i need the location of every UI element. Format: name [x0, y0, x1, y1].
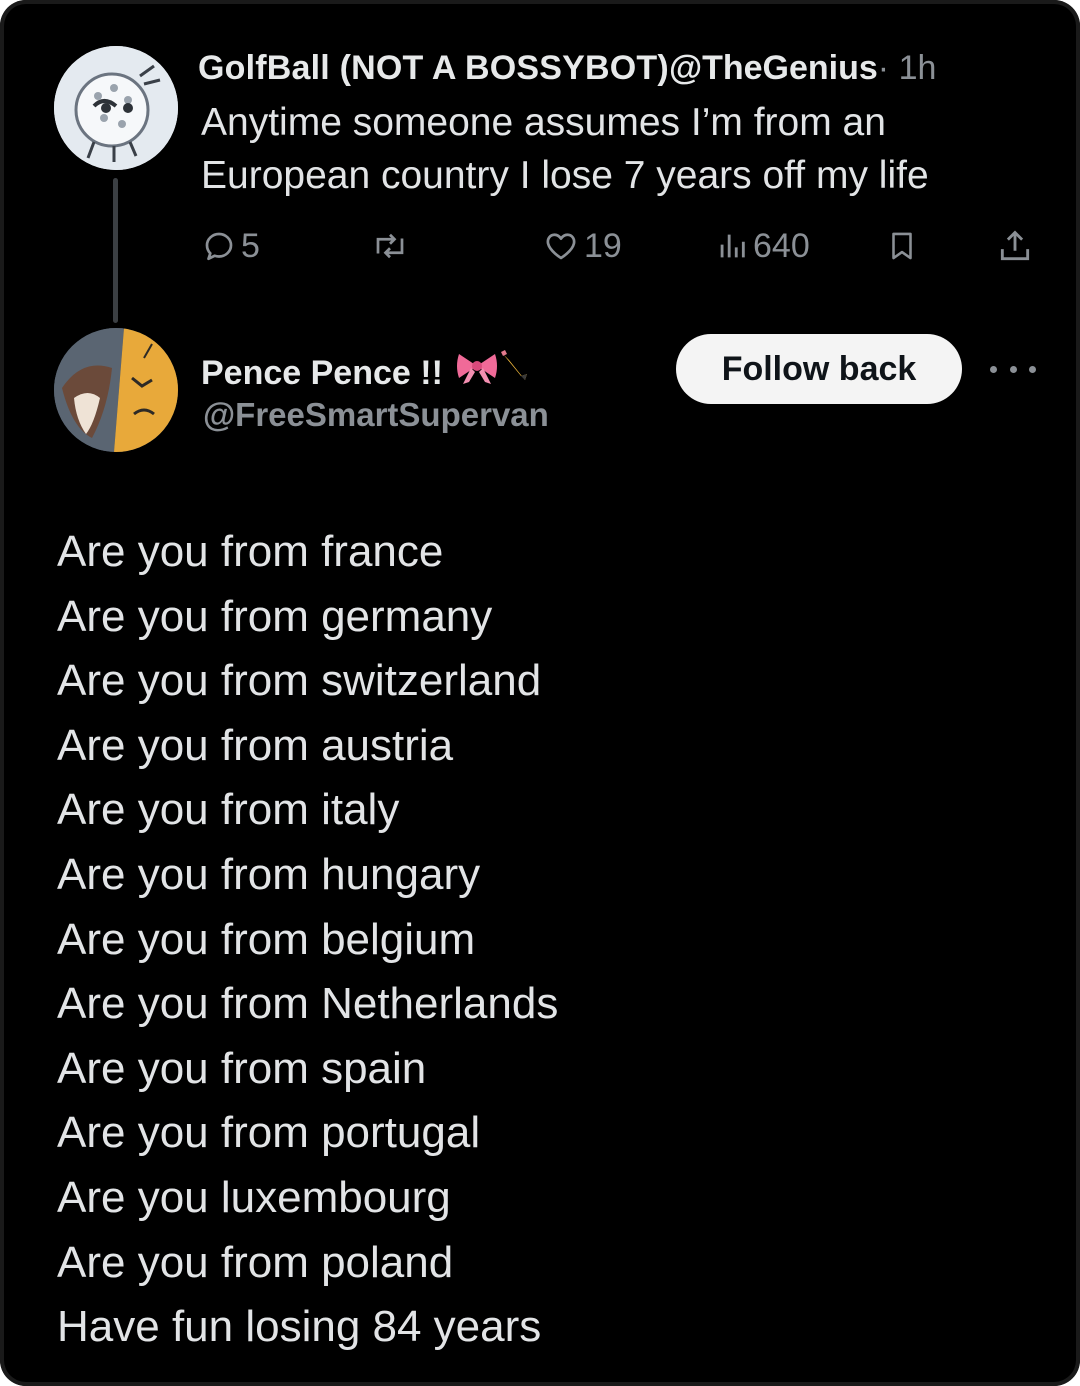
tweet2-text-line: Are you from poland [57, 1237, 454, 1287]
avatar-pence[interactable] [54, 328, 178, 452]
bow-icon [455, 350, 499, 395]
tweet1-text-line: European country I lose 7 years off my l… [201, 154, 929, 197]
tweet2-text-line: Are you from switzerland [57, 656, 542, 706]
more-dot [1029, 365, 1036, 373]
tweet2-author-name-row: Pence Pence !! [201, 350, 531, 395]
golfball-avatar-icon [54, 46, 178, 170]
tweet2-text-line: Are you from france [57, 527, 444, 576]
views-button[interactable]: 640 [715, 224, 810, 268]
like-count: 19 [584, 226, 622, 265]
like-button[interactable]: 19 [542, 224, 622, 268]
bookmark-icon [892, 232, 912, 260]
tweet2-text-line: Are you from belgium [57, 914, 476, 964]
more-options-button[interactable] [990, 355, 1036, 383]
tweet1-author-name[interactable]: GolfBall (NOT A BOSSYBOT) [198, 49, 669, 87]
pence-avatar-icon [54, 328, 178, 452]
tweet1-header: GolfBall (NOT A BOSSYBOT)@TheGenius· 1h [198, 48, 936, 88]
more-dot [990, 365, 997, 373]
tweet2-text-line: Are you from italy [57, 785, 400, 835]
tweet2-text: Are you from france Are you from germany… [57, 520, 1037, 1360]
views-icon [720, 234, 745, 258]
reply-count: 5 [241, 226, 260, 265]
follow-back-button[interactable]: Follow back [676, 334, 962, 404]
share-button[interactable] [996, 224, 1034, 268]
tweet2-text-line: Are you from germany [57, 591, 493, 641]
share-icon [1000, 230, 1030, 261]
retweet-button[interactable] [370, 224, 414, 268]
avatar-golfball[interactable] [54, 46, 178, 170]
screenshot-frame: GolfBall (NOT A BOSSYBOT)@TheGenius· 1h … [0, 0, 1080, 1386]
like-icon [546, 233, 576, 260]
thread-connector-line [113, 178, 118, 323]
tweet2-author-handle[interactable]: @FreeSmartSupervan [203, 395, 549, 435]
tweet1-text-line: Anytime someone assumes I’m from an [201, 101, 886, 144]
reply-icon [205, 232, 233, 261]
tweet2-text-line: Have fun losing 84 years [57, 1302, 542, 1352]
tweet2-text-line: Are you from Netherlands [57, 979, 559, 1029]
tweet2-text-line: Are you from hungary [57, 849, 481, 899]
tweet2-text-line: Are you from austria [57, 720, 454, 770]
tweet2-author-name[interactable]: Pence Pence !! [201, 353, 443, 393]
tweet2-text-line: Are you from portugal [57, 1108, 481, 1158]
tweet2-text-line: Are you from spain [57, 1043, 427, 1093]
tweet1-text: Anytime someone assumes I’m from an Euro… [201, 96, 1041, 202]
tweet1-author-handle[interactable]: @TheGenius [669, 49, 878, 87]
retweet-icon [376, 233, 404, 259]
pencil-icon [499, 350, 531, 395]
tweet1-timestamp[interactable]: 1h [899, 49, 937, 87]
bookmark-button[interactable] [885, 224, 919, 268]
reply-button[interactable]: 5 [201, 224, 260, 268]
tweet2-text-line: Are you luxembourg [57, 1172, 451, 1222]
view-count: 640 [753, 226, 810, 265]
tweet1-separator: · [877, 49, 890, 87]
more-dot [1009, 365, 1017, 373]
